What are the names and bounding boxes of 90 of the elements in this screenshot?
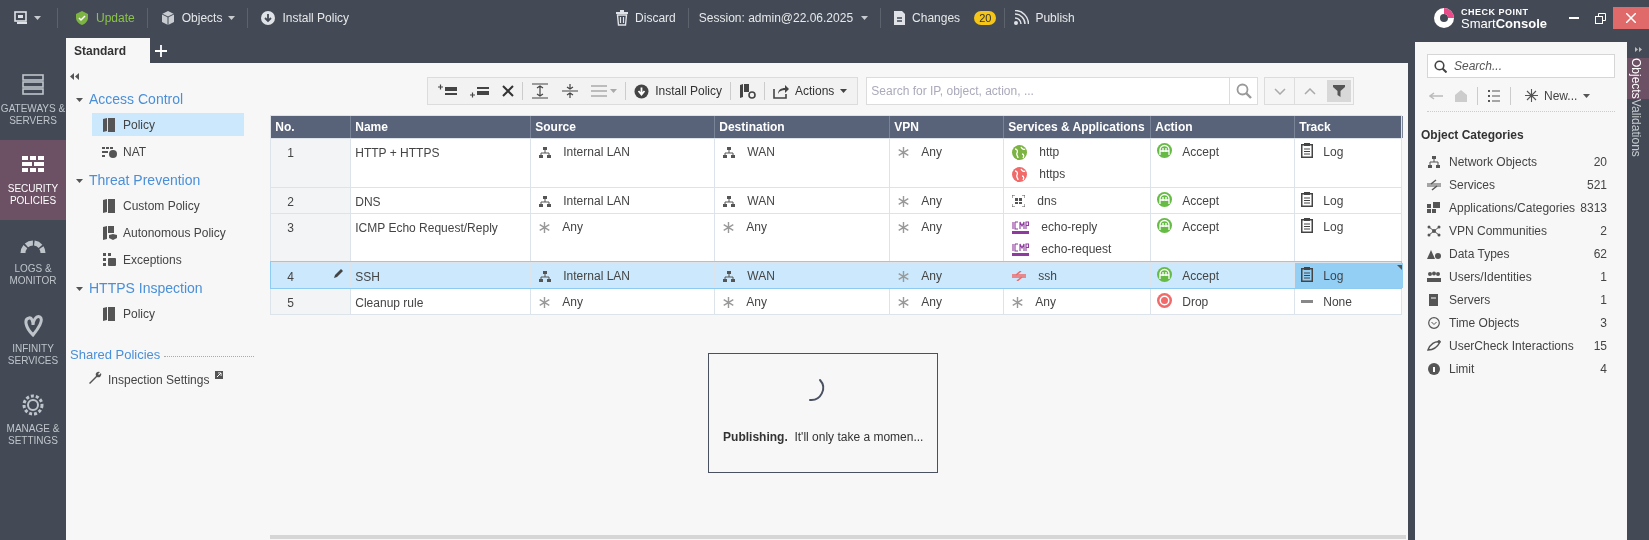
table-cell-text: WAN	[747, 144, 775, 161]
update-button[interactable]: Update	[70, 5, 139, 31]
discard-button[interactable]: Discard	[613, 5, 678, 31]
category-item[interactable]: Users/Identities 1	[1427, 265, 1607, 288]
table-cell-text: Internal LAN	[563, 268, 630, 285]
table-cell-text: http	[1039, 144, 1060, 161]
progress-message: Publishing. It'll only take a momen...	[723, 429, 924, 446]
rule-row[interactable]: 5 Cleanup rule Any Any Any Any Drop None	[271, 288, 1402, 314]
rule-row[interactable]: 1 HTTP + HTTPS Internal LAN WAN Any http https Accept Log	[271, 138, 1402, 187]
objects-button[interactable]: Objects	[155, 5, 240, 31]
table-cell-text: https	[1039, 166, 1066, 183]
shared-policy-link[interactable]: Inspection Settings	[86, 370, 224, 389]
table-cell-text: WAN	[747, 268, 775, 285]
table-cell-text: Log	[1323, 219, 1344, 236]
table-cell-text: Any	[921, 268, 942, 285]
table-cell-text: Drop	[1182, 294, 1209, 311]
install-policy-button[interactable]: Install Policy	[630, 79, 726, 103]
table-cell-text: Accept	[1182, 144, 1219, 161]
section-heading: Shared Policies	[70, 346, 161, 364]
rule-name: ICMP Echo Request/Reply	[355, 221, 498, 235]
nav-item[interactable]: GATEWAYS & SERVERS	[0, 60, 66, 140]
category-item[interactable]: Services 521	[1427, 173, 1607, 196]
table-cell-text: echo-request	[1041, 241, 1112, 258]
changes-count-badge: 20	[974, 11, 997, 25]
object-search-field[interactable]: Search...	[1427, 54, 1615, 78]
table-cell-text: Accept	[1182, 219, 1219, 236]
category-item[interactable]: Data Types 62	[1427, 242, 1607, 265]
actions-button[interactable]: Actions	[769, 79, 852, 103]
table-cell-text: Accept	[1182, 193, 1219, 210]
tree-item[interactable]: Custom Policy	[92, 194, 244, 217]
new-object-button[interactable]: New...	[1525, 86, 1591, 105]
rule-name: SSH	[355, 270, 380, 284]
panel-heading: Object Categories	[1421, 127, 1525, 144]
table-cell-text: Any	[562, 219, 583, 236]
nav-item[interactable]: SECURITY POLICIES	[0, 140, 66, 220]
table-cell-text: Any	[921, 144, 942, 161]
table-cell-text: Log	[1323, 268, 1344, 285]
rule-number: 5	[287, 295, 294, 312]
rule-number: 4	[287, 269, 294, 286]
table-cell-text: Log	[1323, 144, 1344, 161]
nav-item[interactable]: LOGS & MONITOR	[0, 220, 66, 300]
table-cell-text: None	[1323, 294, 1352, 311]
category-item[interactable]: Time Objects 3	[1427, 311, 1607, 334]
search-field[interactable]: Search for IP, object, action, ...	[866, 77, 1231, 105]
table-cell-text: echo-reply	[1041, 219, 1098, 236]
table-cell-text: Any	[921, 219, 942, 236]
table-cell-text: Accept	[1182, 268, 1219, 285]
table-cell-text: Internal LAN	[563, 193, 630, 210]
install-policy-button[interactable]: Install Policy	[256, 5, 354, 31]
rule-name: HTTP + HTTPS	[355, 146, 440, 160]
rule-number: 3	[287, 220, 294, 237]
brand-name: CHECK POINT	[1461, 6, 1530, 18]
rule-name: DNS	[355, 195, 381, 209]
nav-item[interactable]: INFINITY SERVICES	[0, 300, 66, 380]
publish-button[interactable]: Publish	[1013, 5, 1075, 31]
table-cell-text: Any	[921, 193, 942, 210]
category-item[interactable]: Limit 4	[1427, 357, 1607, 380]
rule-row[interactable]: 2 DNS Internal LAN WAN Any dns Accept Log	[271, 187, 1402, 213]
category-item[interactable]: Network Objects 20	[1427, 150, 1607, 173]
table-cell-text: Log	[1323, 193, 1344, 210]
table-cell-text: Any	[746, 294, 767, 311]
tree-item[interactable]: Policy	[92, 113, 244, 136]
table-cell-text: Any	[562, 294, 583, 311]
nav-item[interactable]: MANAGE & SETTINGS	[0, 380, 66, 460]
table-cell-text: ssh	[1038, 268, 1057, 285]
product-name: SmartConsole	[1461, 18, 1547, 30]
table-cell-text: WAN	[747, 193, 775, 210]
rule-number: 1	[287, 145, 294, 162]
rule-row[interactable]: 3 ICMP Echo Request/Reply Any Any Any echo-reply echo-request Accept Log	[271, 213, 1402, 262]
side-tab[interactable]: Objects	[1627, 58, 1649, 99]
rule-row[interactable]: 4 SSH Internal LAN WAN Any ssh Accept Log	[271, 262, 1402, 288]
table-cell-text: Any	[1035, 294, 1056, 311]
category-item[interactable]: Servers 1	[1427, 288, 1607, 311]
category-item[interactable]: UserCheck Interactions 15	[1427, 334, 1607, 357]
table-cell-text: Internal LAN	[563, 144, 630, 161]
table-cell-text: dns	[1037, 193, 1057, 210]
tree-item[interactable]: Policy	[92, 302, 244, 325]
table-cell-text: Any	[746, 219, 767, 236]
category-item[interactable]: Applications/Categories 8313	[1427, 196, 1607, 219]
tree-item[interactable]: Autonomous Policy	[92, 221, 244, 244]
tree-item[interactable]: NAT	[92, 140, 244, 163]
category-item[interactable]: VPN Communities 2	[1427, 219, 1607, 242]
session-dropdown[interactable]: Session: admin@22.06.2025	[698, 5, 869, 31]
rule-name: Cleanup rule	[355, 296, 424, 310]
changes-button[interactable]: Changes	[893, 5, 961, 31]
tree-item[interactable]: Exceptions	[92, 248, 244, 271]
side-tab[interactable]: Validations	[1627, 98, 1649, 157]
tab[interactable]: Standard	[66, 38, 150, 63]
table-cell-text: Any	[921, 294, 942, 311]
rule-number: 2	[287, 194, 294, 211]
